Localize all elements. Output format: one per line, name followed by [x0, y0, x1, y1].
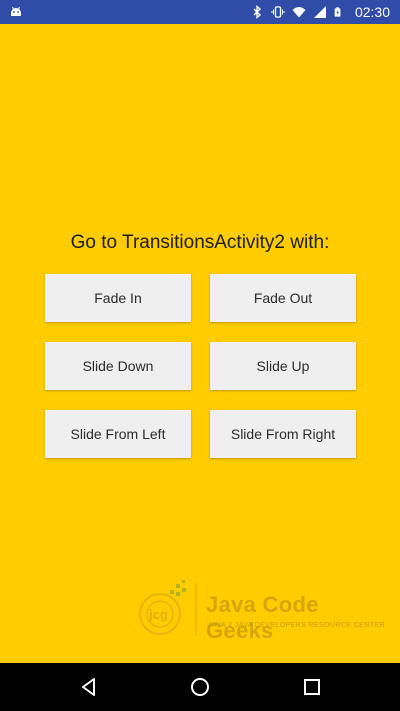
home-icon[interactable] — [188, 675, 212, 699]
bluetooth-icon — [253, 5, 261, 19]
slide-from-left-button[interactable]: Slide From Left — [45, 410, 191, 458]
slide-down-button[interactable]: Slide Down — [45, 342, 191, 390]
java-code-geeks-logo-icon: jcg — [139, 580, 197, 636]
status-bar: 02:30 — [0, 0, 400, 24]
signal-icon — [313, 6, 326, 18]
watermark-title: Java Code Geeks — [206, 592, 319, 643]
watermark-tagline: JAVA 2 JAVA DEVELOPERS RESOURCE CENTER — [208, 622, 385, 629]
android-icon — [11, 6, 21, 16]
fade-in-button[interactable]: Fade In — [45, 274, 191, 322]
slide-from-right-button[interactable]: Slide From Right — [210, 410, 356, 458]
back-icon[interactable] — [77, 675, 101, 699]
fade-out-button[interactable]: Fade Out — [210, 274, 356, 322]
recent-apps-icon[interactable] — [300, 675, 324, 699]
status-time: 02:30 — [354, 4, 390, 20]
navigation-bar — [0, 663, 400, 711]
battery-charging-icon — [334, 7, 341, 17]
svg-text:jcg: jcg — [148, 607, 168, 622]
page-heading: Go to TransitionsActivity2 with: — [70, 232, 330, 253]
slide-up-button[interactable]: Slide Up — [210, 342, 356, 390]
wifi-icon — [292, 7, 306, 18]
vibrate-icon — [271, 6, 285, 18]
watermark: jcg Java Code Geeks JAVA 2 JAVA DEVELOPE… — [136, 578, 386, 643]
